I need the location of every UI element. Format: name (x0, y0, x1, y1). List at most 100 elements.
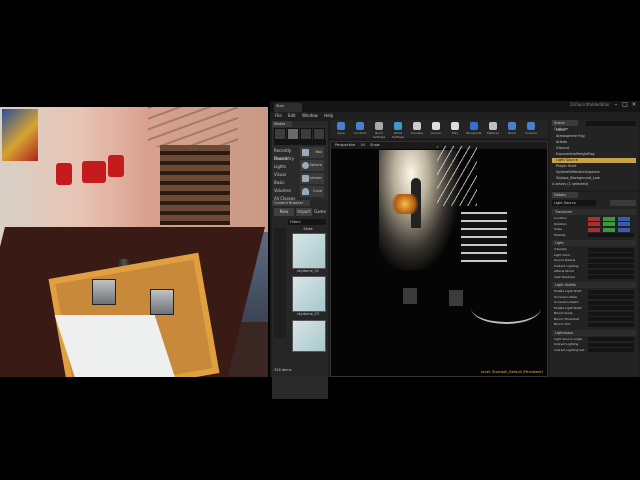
menu-edit[interactable]: Edit (288, 113, 296, 118)
property-value-field[interactable] (588, 258, 634, 263)
outliner-row[interactable]: Ground (552, 146, 636, 151)
paint-mode-icon[interactable] (287, 128, 299, 140)
asset-filter-input[interactable]: Filters (288, 219, 326, 225)
asset-thumbnail[interactable] (292, 233, 326, 269)
toolbar-console-button[interactable]: Console (524, 121, 537, 137)
toolbar-play-button[interactable]: Play (448, 121, 461, 137)
place-box[interactable]: Box (300, 147, 324, 158)
close-icon[interactable]: × (630, 101, 638, 109)
vector-component-field[interactable] (618, 216, 630, 221)
outliner-row[interactable]: Label (552, 128, 636, 133)
property-value-field[interactable] (588, 306, 634, 310)
outliner-search-input[interactable] (586, 121, 636, 126)
outliner-row[interactable]: SphereReflectionCapture (552, 170, 636, 175)
toolbar-label: Launch (430, 131, 442, 135)
property-value-field[interactable] (588, 317, 634, 321)
details-section-header[interactable]: Light Shafts (552, 282, 636, 288)
toolbar-content-button[interactable]: Content (353, 121, 366, 137)
path-breadcrumb[interactable]: Game (314, 208, 326, 216)
vector-component-field[interactable] (603, 222, 615, 226)
property-value-field[interactable] (588, 269, 634, 274)
vector-component-field[interactable] (603, 216, 615, 221)
console-icon (527, 122, 535, 130)
content-browser-tab[interactable]: Content Browser (272, 200, 310, 206)
place-sphere[interactable]: Sphere (300, 160, 324, 171)
asset-thumbnail[interactable] (292, 320, 326, 352)
property-value-field[interactable] (588, 233, 634, 237)
details-section-header[interactable]: Transform (552, 209, 636, 215)
outliner-row[interactable]: Player Start (552, 164, 636, 169)
property-value-field[interactable] (588, 322, 634, 327)
new-asset-button[interactable]: New (274, 208, 294, 216)
vector-component-field[interactable] (618, 227, 630, 232)
light-source-glow[interactable] (391, 194, 419, 214)
place-mode-icon[interactable] (274, 128, 286, 140)
import-button[interactable]: Import (296, 208, 312, 216)
actor-name-field[interactable]: Light Source (552, 200, 596, 206)
toolbar-save-button[interactable]: Save (334, 121, 347, 137)
path-game[interactable]: Game (314, 209, 326, 214)
property-value-field[interactable] (588, 300, 634, 305)
outliner-row[interactable]: ExponentialHeightFog (552, 152, 636, 157)
place-cylinder[interactable]: Cylinder (300, 173, 324, 184)
outliner-row[interactable]: Skybox_Background_Low (552, 176, 636, 181)
details-section-header[interactable]: Light (552, 240, 636, 246)
category-lights[interactable]: Lights (272, 163, 298, 171)
vector-component-field[interactable] (603, 227, 615, 232)
modes-tab[interactable]: Modes (272, 121, 292, 127)
lit-button[interactable]: Lit (361, 143, 365, 147)
category-geometry[interactable]: Geometry (272, 155, 298, 163)
property-value-field[interactable] (588, 289, 634, 294)
property-value-field[interactable] (588, 247, 634, 252)
property-value-field[interactable] (588, 275, 634, 279)
property-value-field[interactable] (588, 295, 634, 299)
toolbar-launch-button[interactable]: Launch (429, 121, 442, 137)
toolbar-build-all-button[interactable]: Build (505, 121, 518, 137)
foliage-mode-icon[interactable] (313, 128, 325, 140)
toolbar-matinee-button[interactable]: Matinee (486, 121, 499, 137)
details-panel: Details Light Source Transform Location Ro… (550, 192, 638, 377)
outliner-tab[interactable]: Scene Outliner (552, 120, 578, 131)
details-tab[interactable]: Details (552, 192, 578, 198)
toolbar-world-button[interactable]: World Settings (391, 121, 404, 139)
property-value-field[interactable] (588, 264, 634, 268)
show-button[interactable]: Show (370, 143, 379, 147)
toolbar-build-button[interactable]: Build Settings (372, 121, 385, 139)
property-value-field[interactable] (588, 348, 634, 352)
vector-component-field[interactable] (588, 222, 600, 226)
perspective-button[interactable]: Perspective (335, 143, 355, 147)
outliner-row[interactable]: Light Source (552, 158, 636, 163)
place-cone[interactable]: Cone (300, 186, 324, 197)
outliner-row[interactable]: Artists (552, 140, 636, 145)
toolbar-blueprint-button[interactable]: Blueprints (466, 121, 482, 137)
search-classes-input[interactable] (274, 140, 326, 145)
add-component-button[interactable] (610, 200, 636, 206)
property-value-field[interactable] (588, 337, 634, 341)
folder-tree[interactable] (274, 228, 286, 338)
maximize-icon[interactable]: □ (621, 101, 629, 109)
category-volumes[interactable]: Volumes (272, 187, 298, 195)
asset-thumbnail[interactable] (292, 276, 326, 312)
sphere-icon (302, 162, 309, 169)
details-section-header[interactable]: Lightmass (552, 329, 636, 336)
red-chair (82, 161, 106, 183)
vector-component-field[interactable] (588, 227, 600, 232)
property-value-field[interactable] (588, 311, 634, 316)
vector-component-field[interactable] (618, 222, 630, 226)
property-value-field[interactable] (588, 342, 634, 347)
menu-help[interactable]: Help (324, 113, 333, 118)
level-tab[interactable]: Stair (274, 103, 302, 112)
menu-window[interactable]: Window (302, 113, 318, 118)
property-label: Affects World (554, 269, 574, 273)
category-basic[interactable]: Basic (272, 179, 298, 187)
vector-component-field[interactable] (588, 216, 600, 221)
category-recent[interactable]: Recently Placed (272, 147, 298, 161)
landscape-mode-icon[interactable] (300, 128, 312, 140)
toolbar-preview-button[interactable]: Preview (410, 121, 423, 137)
category-visual[interactable]: Visual (272, 171, 298, 179)
property-value-field[interactable] (588, 253, 634, 257)
outliner-row[interactable]: Atmosphere Fog (552, 134, 636, 139)
level-viewport[interactable]: Perspective Lit Show Level: Stairwell_De… (330, 141, 548, 377)
menu-file[interactable]: File (275, 113, 282, 118)
minimize-icon[interactable]: – (612, 101, 620, 109)
